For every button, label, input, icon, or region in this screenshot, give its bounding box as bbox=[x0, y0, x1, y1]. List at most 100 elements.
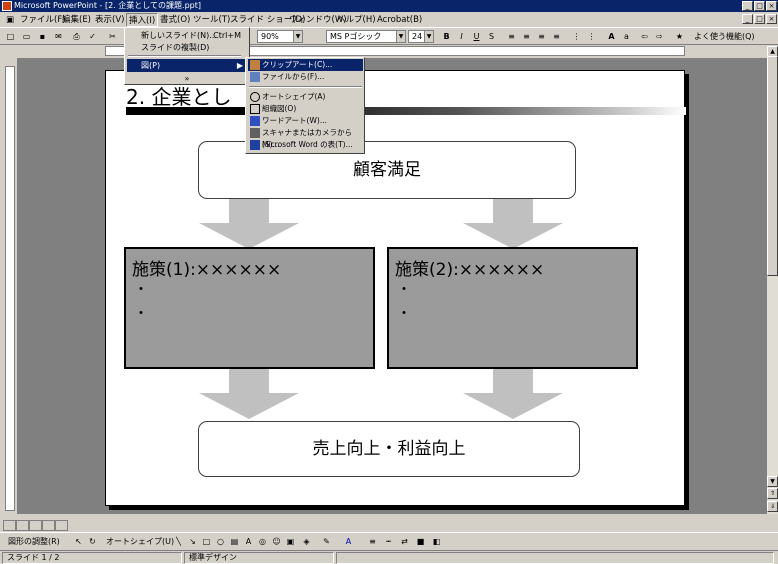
bold-button[interactable]: B bbox=[440, 30, 453, 43]
arrow-down-left-2 bbox=[199, 369, 299, 419]
rotate-icon[interactable]: ↻ bbox=[86, 535, 99, 548]
slideshow-view-icon[interactable] bbox=[55, 520, 68, 531]
next-slide-icon[interactable]: ⇓ bbox=[767, 501, 778, 512]
left-box-bullet: ・ bbox=[134, 306, 148, 322]
submenu-word-table[interactable]: Microsoft Word の表(T)... bbox=[248, 139, 363, 151]
print-icon[interactable]: ⎙ bbox=[70, 30, 83, 43]
maximize-button[interactable]: □ bbox=[754, 1, 765, 11]
menu-view[interactable]: 表示(V) bbox=[93, 13, 126, 27]
prev-slide-icon[interactable]: ⇑ bbox=[767, 488, 778, 499]
line-style-icon[interactable]: ≡ bbox=[366, 535, 379, 548]
align-left-icon[interactable]: ≡ bbox=[505, 30, 518, 43]
menu-acrobat[interactable]: Acrobat(B) bbox=[375, 13, 424, 27]
decrease-font-icon[interactable]: a bbox=[620, 30, 633, 43]
align-right-icon[interactable]: ≡ bbox=[535, 30, 548, 43]
vertical-scrollbar[interactable]: ▲ ▼ ⇑ ⇓ bbox=[767, 46, 778, 514]
3d-icon[interactable]: ◧ bbox=[430, 535, 443, 548]
scroll-down-icon[interactable]: ▼ bbox=[767, 476, 778, 487]
scroll-thumb[interactable] bbox=[767, 56, 778, 276]
fill-color-icon[interactable]: ◈ bbox=[300, 535, 313, 548]
save-icon[interactable]: ▪ bbox=[36, 30, 49, 43]
oval-icon[interactable]: ○ bbox=[214, 535, 227, 548]
wordart-tool-icon[interactable]: A bbox=[242, 535, 255, 548]
font-size-select[interactable]: 24 ▼ bbox=[408, 30, 434, 43]
word-table-label: Microsoft Word の表(T)... bbox=[262, 140, 353, 149]
submenu-autoshape[interactable]: オートシェイプ(A) bbox=[248, 91, 363, 103]
word-table-icon bbox=[250, 140, 260, 150]
chevron-down-icon: ▼ bbox=[424, 31, 433, 42]
toolbar: □ ▭ ▪ ✉ ⎙ ✓ ✂ 90% ▼ MS Pゴシック ▼ 24 ▼ B I U S… bbox=[0, 28, 778, 45]
picture-tool-icon[interactable]: ▣ bbox=[284, 535, 297, 548]
menu-expand-button[interactable]: » bbox=[127, 72, 247, 85]
new-icon[interactable]: □ bbox=[4, 30, 17, 43]
doc-minimize-button[interactable]: _ bbox=[742, 14, 753, 24]
status-empty bbox=[336, 552, 774, 564]
title-bar: Microsoft PowerPoint - [2. 企業としての課題.ppt]… bbox=[0, 0, 778, 12]
menu-help[interactable]: ヘルプ(H) bbox=[335, 13, 378, 27]
minimize-button[interactable]: _ bbox=[742, 1, 753, 11]
slide-title[interactable]: 2. 企業とし bbox=[126, 81, 231, 110]
doc-close-button[interactable]: × bbox=[766, 14, 777, 24]
underline-button[interactable]: U bbox=[470, 30, 483, 43]
menu-tools[interactable]: ツール(T) bbox=[191, 13, 232, 27]
sorter-view-icon[interactable] bbox=[42, 520, 55, 531]
bottom-box[interactable]: 売上向上・利益向上 bbox=[198, 421, 580, 477]
new-slide-label: 新しいスライド(N)... bbox=[141, 31, 217, 40]
demote-icon[interactable]: ⇨ bbox=[653, 30, 666, 43]
slide-view-icon[interactable] bbox=[29, 520, 42, 531]
submenu-org-chart[interactable]: 組織図(O) bbox=[248, 103, 363, 115]
dash-style-icon[interactable]: ┅ bbox=[382, 535, 395, 548]
menu-duplicate-slide[interactable]: スライドの複製(D) bbox=[127, 41, 247, 54]
close-button[interactable]: × bbox=[766, 1, 777, 11]
align-center-icon[interactable]: ≡ bbox=[520, 30, 533, 43]
submenu-scanner[interactable]: スキャナまたはカメラから(S)... bbox=[248, 127, 363, 149]
slide-counter: スライド 1 / 2 bbox=[2, 552, 182, 564]
promote-icon[interactable]: ⇦ bbox=[638, 30, 651, 43]
rectangle-icon[interactable]: □ bbox=[200, 535, 213, 548]
cut-icon[interactable]: ✂ bbox=[106, 30, 119, 43]
menu-edit[interactable]: 編集(E) bbox=[60, 13, 93, 27]
document-icon[interactable]: ▣ bbox=[4, 13, 16, 27]
animation-icon[interactable]: ★ bbox=[673, 30, 686, 43]
title-underline bbox=[126, 107, 686, 115]
normal-view-icon[interactable] bbox=[3, 520, 16, 531]
left-box[interactable]: 施策(1):×××××× ・ ・ bbox=[124, 247, 375, 369]
open-icon[interactable]: ▭ bbox=[20, 30, 33, 43]
shadow-icon[interactable]: ■ bbox=[414, 535, 427, 548]
line-icon[interactable]: ╲ bbox=[172, 535, 185, 548]
doc-restore-button[interactable]: □ bbox=[754, 14, 765, 24]
draw-menu-button[interactable]: 図形の調整(R) bbox=[8, 536, 60, 547]
submenu-wordart[interactable]: ワードアート(W)... bbox=[248, 115, 363, 127]
font-select[interactable]: MS Pゴシック ▼ bbox=[326, 30, 406, 43]
zoom-value: 90% bbox=[261, 32, 279, 41]
vertical-ruler bbox=[5, 66, 15, 511]
italic-button[interactable]: I bbox=[455, 30, 468, 43]
increase-font-icon[interactable]: A bbox=[605, 30, 618, 43]
menu-format[interactable]: 書式(O) bbox=[158, 13, 192, 27]
submenu-from-file[interactable]: ファイルから(F)... bbox=[248, 71, 363, 83]
menu-picture[interactable]: 図(P) ▶ bbox=[127, 59, 247, 72]
submenu-clipart[interactable]: クリップアート(C)... bbox=[248, 59, 363, 71]
zoom-select[interactable]: 90% ▼ bbox=[257, 30, 303, 43]
diagram-icon[interactable]: ◎ bbox=[256, 535, 269, 548]
line-color-icon[interactable]: ✎ bbox=[320, 535, 333, 548]
right-box[interactable]: 施策(2):×××××× ・ ・ bbox=[387, 247, 638, 369]
select-arrow-icon[interactable]: ↖ bbox=[72, 535, 85, 548]
outline-view-icon[interactable] bbox=[16, 520, 29, 531]
bullets-icon[interactable]: ⋮ bbox=[585, 30, 598, 43]
chevron-right-icon: ▶ bbox=[236, 61, 243, 70]
arrow-icon[interactable]: ↘ bbox=[186, 535, 199, 548]
font-color-icon[interactable]: A bbox=[342, 535, 355, 548]
autoshape-menu-button[interactable]: オートシェイプ(U) bbox=[106, 536, 174, 547]
arrow-style-icon[interactable]: ⇄ bbox=[398, 535, 411, 548]
email-icon[interactable]: ✉ bbox=[52, 30, 65, 43]
justify-icon[interactable]: ≡ bbox=[550, 30, 563, 43]
shadow-button[interactable]: S bbox=[485, 30, 498, 43]
common-tasks-button[interactable]: よく使う機能(Q) bbox=[694, 31, 755, 42]
slide-canvas[interactable]: 2. 企業とし 顧客満足 施策(1):×××××× ・ ・ 施策(2):××××… bbox=[105, 70, 686, 506]
clipart-tool-icon[interactable]: ☺ bbox=[270, 535, 283, 548]
textbox-icon[interactable]: ▤ bbox=[228, 535, 241, 548]
menu-insert[interactable]: 挿入(I) bbox=[126, 13, 159, 27]
spellcheck-icon[interactable]: ✓ bbox=[86, 30, 99, 43]
numbering-icon[interactable]: ⋮ bbox=[570, 30, 583, 43]
